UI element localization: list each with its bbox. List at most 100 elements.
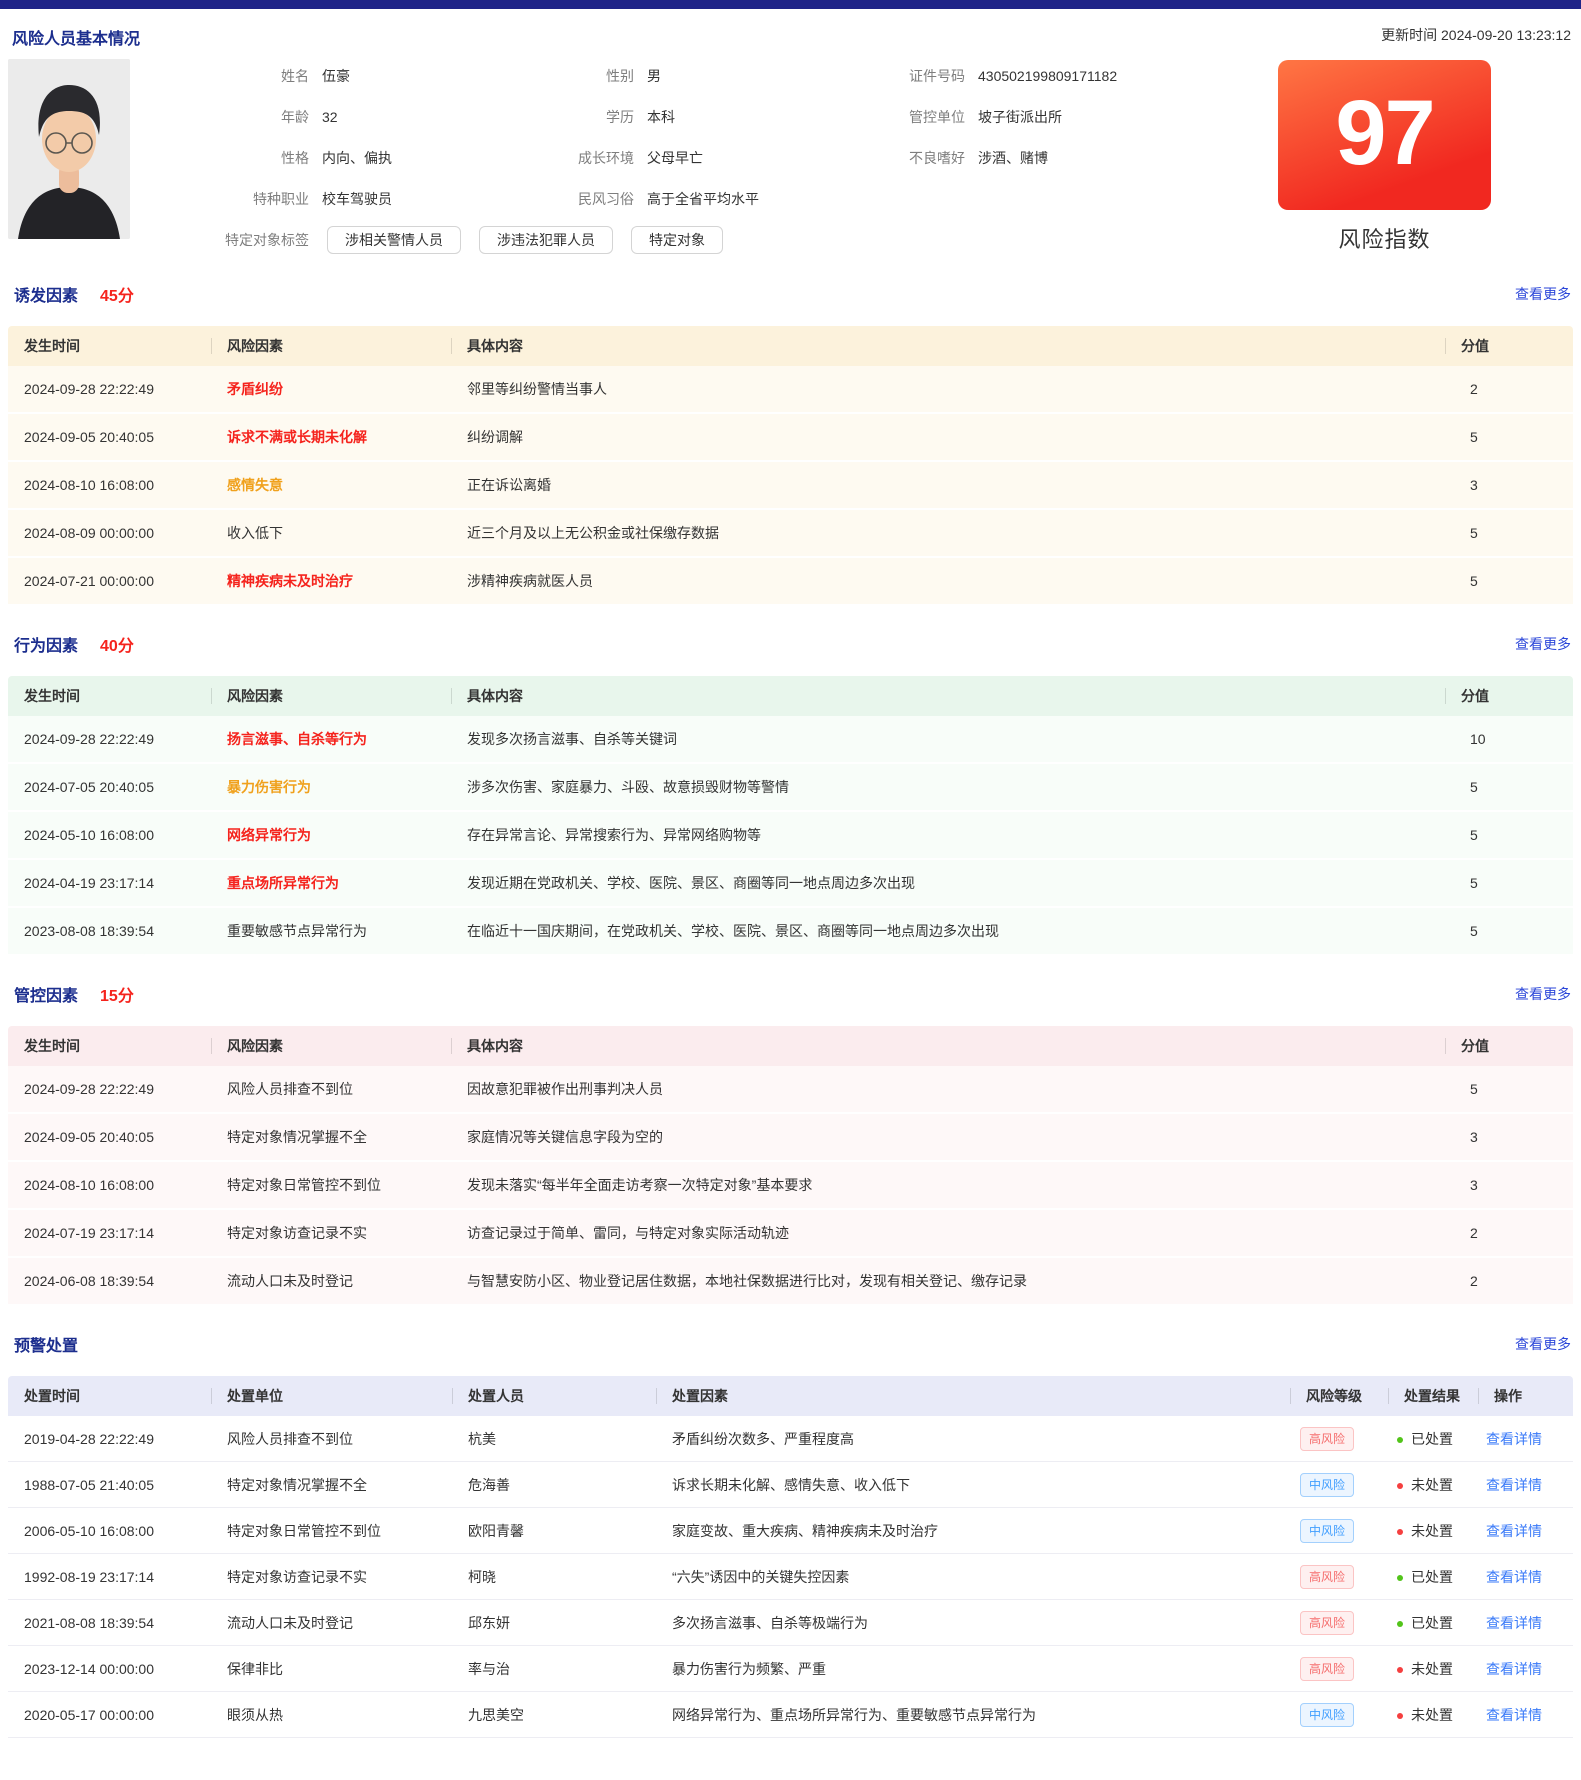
section-score: 45分 (100, 282, 134, 306)
section-title: 管控因素 (14, 982, 78, 1006)
table-row: 2019-04-28 22:22:49风险人员排查不到位杭美矛盾纠纷次数多、严重… (8, 1416, 1573, 1462)
cell-disposal-person: 危海善 (452, 1475, 656, 1495)
table-header-row: 发生时间风险因素具体内容分值 (8, 326, 1573, 366)
cell-risk-factor: 特定对象访查记录不实 (211, 1223, 451, 1243)
cell-action: 查看详情 (1478, 1705, 1573, 1725)
section-alert-disposal: 预警处置 查看更多 处置时间处置单位处置人员处置因素风险等级处置结果操作 201… (0, 1332, 1581, 1738)
table-row: 1988-07-05 21:40:05特定对象情况掌握不全危海善诉求长期未化解、… (8, 1462, 1573, 1508)
top-accent-bar (0, 0, 1581, 9)
alert-disposal-table: 处置时间处置单位处置人员处置因素风险等级处置结果操作 2019-04-28 22… (8, 1376, 1573, 1738)
risk-level-badge: 中风险 (1300, 1519, 1354, 1543)
cell-detail: 发现未落实“每半年全面走访考察一次特定对象”基本要求 (451, 1175, 1445, 1195)
view-detail-link[interactable]: 查看详情 (1486, 1523, 1542, 1539)
cell-detail: 发现近期在党政机关、学校、医院、景区、商圈等同一地点周边多次出现 (451, 873, 1445, 893)
cell-occurrence-time: 2024-09-28 22:22:49 (8, 381, 211, 397)
table-row: 2024-09-05 20:40:05特定对象情况掌握不全家庭情况等关键信息字段… (8, 1114, 1573, 1162)
cell-detail: 与智慧安防小区、物业登记居住数据，本地社保数据进行比对，发现有相关登记、缴存记录 (451, 1271, 1445, 1291)
section-header: 管控因素 15分 查看更多 (0, 982, 1581, 1006)
disposal-result-text: 已处置 (1411, 1615, 1453, 1631)
page-header: 风险人员基本情况 更新时间 2024-09-20 13:23:12 (0, 9, 1581, 49)
cell-disposal-unit: 眼须从热 (211, 1705, 452, 1725)
section-trigger-factors: 诱发因素 45分 查看更多 发生时间风险因素具体内容分值 2024-09-28 … (0, 282, 1581, 606)
table-row: 2024-09-05 20:40:05诉求不满或长期未化解纠纷调解5 (8, 414, 1573, 462)
table-body: 2024-09-28 22:22:49矛盾纠纷邻里等纠纷警情当事人22024-0… (8, 366, 1573, 606)
view-detail-link[interactable]: 查看详情 (1486, 1661, 1542, 1677)
cell-occurrence-time: 2024-05-10 16:08:00 (8, 827, 211, 843)
view-more-link[interactable]: 查看更多 (1515, 984, 1571, 1004)
cell-detail: 涉精神疾病就医人员 (451, 571, 1445, 591)
table-row: 2024-08-09 00:00:00收入低下近三个月及以上无公积金或社保缴存数… (8, 510, 1573, 558)
tag-special-object: 特定对象 (631, 226, 723, 254)
cell-disposal-result: 未处置 (1388, 1521, 1478, 1541)
update-time: 更新时间 2024-09-20 13:23:12 (1381, 25, 1571, 45)
table-row: 2020-05-17 00:00:00眼须从热九思美空网络异常行为、重点场所异常… (8, 1692, 1573, 1738)
cell-risk-factor: 扬言滋事、自杀等行为 (211, 729, 451, 749)
cell-occurrence-time: 2024-08-09 00:00:00 (8, 525, 211, 541)
tags-label: 特定对象标签 (156, 230, 309, 250)
table-row: 2024-07-19 23:17:14特定对象访查记录不实访查记录过于简单、雷同… (8, 1210, 1573, 1258)
profile-photo (8, 59, 130, 239)
cell-detail: 家庭情况等关键信息字段为空的 (451, 1127, 1445, 1147)
cell-risk-factor: 重要敏感节点异常行为 (211, 921, 451, 941)
cell-disposal-result: 未处置 (1388, 1475, 1478, 1495)
column-header: 处置时间 (8, 1376, 211, 1416)
field-label: 年龄 (156, 96, 309, 137)
cell-disposal-person: 率与治 (452, 1659, 656, 1679)
view-detail-link[interactable]: 查看详情 (1486, 1569, 1542, 1585)
field-label: 民风习俗 (565, 178, 634, 219)
cell-disposal-person: 柯晓 (452, 1567, 656, 1587)
view-detail-link[interactable]: 查看详情 (1486, 1707, 1542, 1723)
view-detail-link[interactable]: 查看详情 (1486, 1477, 1542, 1493)
disposal-result-text: 未处置 (1411, 1707, 1453, 1723)
view-detail-link[interactable]: 查看详情 (1486, 1615, 1542, 1631)
cell-disposal-person: 邱东妍 (452, 1613, 656, 1633)
cell-detail: 访查记录过于简单、雷同，与特定对象实际活动轨迹 (451, 1223, 1445, 1243)
section-score: 40分 (100, 632, 134, 656)
cell-score: 5 (1445, 875, 1573, 891)
cell-risk-level: 中风险 (1290, 1519, 1388, 1543)
cell-disposal-result: 未处置 (1388, 1705, 1478, 1725)
cell-disposal-factor: 矛盾纠纷次数多、严重程度高 (656, 1429, 1290, 1449)
table-body: 2024-09-28 22:22:49风险人员排查不到位因故意犯罪被作出刑事判决… (8, 1066, 1573, 1306)
cell-risk-factor: 风险人员排查不到位 (211, 1079, 451, 1099)
cell-action: 查看详情 (1478, 1659, 1573, 1679)
risk-level-badge: 中风险 (1300, 1703, 1354, 1727)
cell-risk-factor: 诉求不满或长期未化解 (211, 427, 451, 447)
cell-risk-factor: 流动人口未及时登记 (211, 1271, 451, 1291)
cell-disposal-factor: 网络异常行为、重点场所异常行为、重要敏感节点异常行为 (656, 1705, 1290, 1725)
cell-score: 2 (1445, 1273, 1573, 1289)
column-header: 处置结果 (1388, 1376, 1478, 1416)
cell-disposal-result: 未处置 (1388, 1659, 1478, 1679)
view-more-link[interactable]: 查看更多 (1515, 1334, 1571, 1354)
field-value: 坡子街派出所 (965, 96, 1278, 137)
field-value: 内向、偏执 (309, 137, 565, 178)
cell-disposal-unit: 特定对象访查记录不实 (211, 1567, 452, 1587)
disposal-result-text: 已处置 (1411, 1569, 1453, 1585)
cell-occurrence-time: 2023-08-08 18:39:54 (8, 923, 211, 939)
cell-risk-factor: 暴力伤害行为 (211, 777, 451, 797)
field-value: 父母早亡 (634, 137, 881, 178)
cell-occurrence-time: 2024-06-08 18:39:54 (8, 1273, 211, 1289)
field-label: 学历 (565, 96, 634, 137)
column-header: 处置人员 (452, 1376, 656, 1416)
view-more-link[interactable]: 查看更多 (1515, 634, 1571, 654)
column-header: 操作 (1478, 1376, 1573, 1416)
view-detail-link[interactable]: 查看详情 (1486, 1431, 1542, 1447)
cell-disposal-person: 九思美空 (452, 1705, 656, 1725)
view-more-link[interactable]: 查看更多 (1515, 284, 1571, 304)
table-row: 2024-04-19 23:17:14重点场所异常行为发现近期在党政机关、学校、… (8, 860, 1573, 908)
cell-disposal-time: 2023-12-14 00:00:00 (8, 1661, 211, 1677)
cell-risk-factor: 特定对象日常管控不到位 (211, 1175, 451, 1195)
cell-disposal-factor: 诉求长期未化解、感情失意、收入低下 (656, 1475, 1290, 1495)
table-row: 2024-05-10 16:08:00网络异常行为存在异常言论、异常搜索行为、异… (8, 812, 1573, 860)
column-header: 分值 (1445, 676, 1573, 716)
cell-risk-factor: 重点场所异常行为 (211, 873, 451, 893)
section-header: 诱发因素 45分 查看更多 (0, 282, 1581, 306)
profile-fields-grid: 姓名 伍豪 性别 男 证件号码 430502199809171182 年龄 32… (156, 55, 1278, 219)
cell-score: 5 (1445, 525, 1573, 541)
cell-disposal-unit: 特定对象日常管控不到位 (211, 1521, 452, 1541)
status-dot-green (1397, 1621, 1403, 1627)
page-title: 风险人员基本情况 (12, 25, 140, 49)
field-label: 不良嗜好 (881, 137, 965, 178)
cell-risk-factor: 收入低下 (211, 523, 451, 543)
